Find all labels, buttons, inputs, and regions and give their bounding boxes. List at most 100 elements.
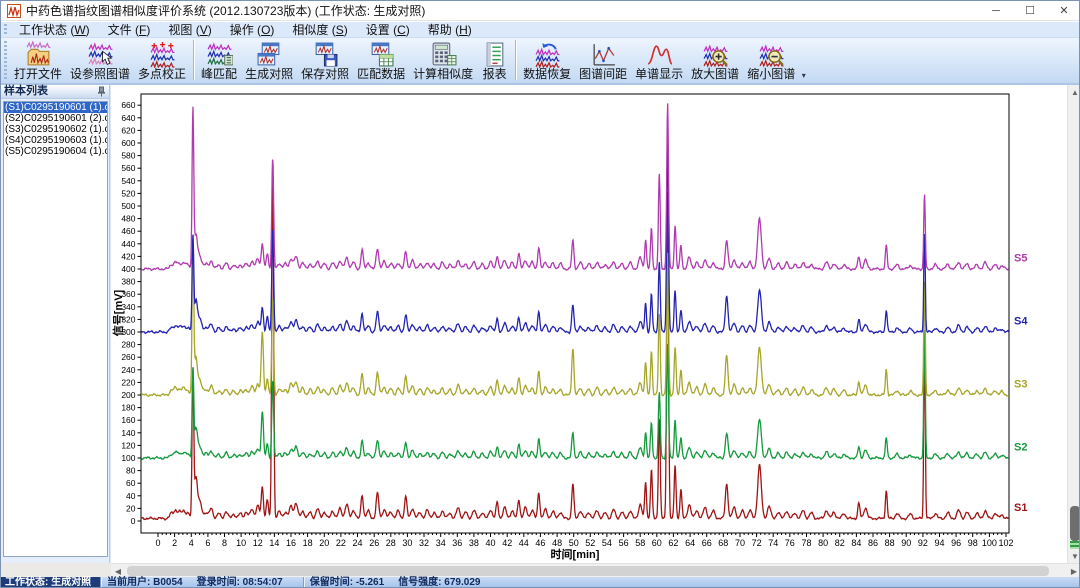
svg-text:640: 640 — [121, 113, 135, 123]
svg-text:10: 10 — [236, 538, 246, 548]
series-label-S3: S3 — [1014, 378, 1027, 390]
status-field: 工作状态: 生成对照 — [5, 577, 91, 588]
svg-text:400: 400 — [121, 264, 135, 274]
svg-text:12: 12 — [253, 538, 263, 548]
toolbar-button-peak-match[interactable]: 峰匹配 — [197, 39, 241, 81]
scroll-down-icon[interactable]: ▼ — [1068, 549, 1080, 563]
toolbar-button-open-file[interactable]: 打开文件 — [10, 39, 66, 81]
spectrum-spacing-icon — [590, 41, 617, 68]
svg-text:20: 20 — [319, 538, 329, 548]
data-restore-icon — [534, 41, 561, 68]
svg-text:100: 100 — [121, 453, 135, 463]
toolbar-button-multi-point-calibration[interactable]: 多点校正 — [134, 39, 190, 81]
svg-text:500: 500 — [121, 201, 135, 211]
toolbar-button-data-restore[interactable]: 数据恢复 — [519, 39, 575, 81]
multi-point-icon — [149, 41, 176, 68]
h-scroll-thumb[interactable] — [127, 566, 1049, 576]
svg-text:520: 520 — [121, 188, 135, 198]
toolbar-button-zoom-in[interactable]: 放大图谱 — [687, 39, 743, 81]
toolbar-button-generate-reference[interactable]: 生成对照 — [241, 39, 297, 81]
menu-item-operate[interactable]: 操作 (O) — [221, 20, 284, 39]
match-data-icon — [368, 41, 395, 68]
svg-text:16: 16 — [286, 538, 296, 548]
menu-item-settings[interactable]: 设置 (C) — [357, 20, 419, 39]
maximize-button[interactable]: ☐ — [1013, 1, 1047, 21]
menu-item-view[interactable]: 视图 (V) — [159, 20, 220, 39]
sample-list-item[interactable]: (S2)C0295190601 (2).cdf — [4, 113, 107, 124]
toolbar-grip — [4, 41, 7, 79]
sample-list: (S1)C0295190601 (1).cdf(S2)C0295190601 (… — [3, 101, 108, 557]
sample-list-item[interactable]: (S1)C0295190601 (1).cdf — [4, 102, 107, 113]
svg-text:80: 80 — [126, 466, 136, 476]
toolbar-button-zoom-out[interactable]: 缩小图谱 — [743, 39, 799, 81]
svg-text:40: 40 — [126, 491, 136, 501]
app-window: 中药色谱指纹图谱相似度评价系统 (2012.130723版本) (工作状态: 生… — [0, 0, 1080, 588]
svg-text:440: 440 — [121, 239, 135, 249]
svg-text:80: 80 — [818, 538, 828, 548]
svg-text:580: 580 — [121, 151, 135, 161]
h-scrollbar[interactable]: ◀ ▶ — [111, 563, 1080, 577]
toolbar-button-label: 计算相似度 — [413, 68, 473, 81]
toolbar-button-save-reference[interactable]: 保存对照 — [297, 39, 353, 81]
toolbar-button-label: 多点校正 — [138, 68, 186, 81]
svg-text:68: 68 — [718, 538, 728, 548]
svg-text:34: 34 — [436, 538, 446, 548]
statusbar: 工作状态: 生成对照当前用户: B0054登录时间: 08:54:07保留时间:… — [1, 577, 1080, 588]
svg-text:18: 18 — [303, 538, 313, 548]
svg-text:20: 20 — [126, 503, 136, 513]
toolbar-button-single-display[interactable]: 单谱显示 — [631, 39, 687, 81]
svg-text:100: 100 — [982, 538, 997, 548]
menu-item-work-status[interactable]: 工作状态 (W) — [10, 20, 99, 39]
main-area: 样本列表 (S1)C0295190601 (1).cdf(S2)C0295190… — [1, 85, 1080, 563]
toolbar-overflow-icon[interactable]: ▾ — [799, 40, 808, 80]
sample-list-item[interactable]: (S5)C0295190604 (1).cdf — [4, 146, 107, 157]
status-segment-0: 工作状态: 生成对照 — [1, 577, 100, 588]
svg-text:220: 220 — [121, 377, 135, 387]
sample-list-item[interactable]: (S3)C0295190602 (1).cdf — [4, 124, 107, 135]
svg-text:14: 14 — [269, 538, 279, 548]
app-icon — [7, 4, 21, 18]
scroll-left-icon[interactable]: ◀ — [111, 564, 125, 578]
toolbar-button-label: 放大图谱 — [691, 68, 739, 81]
toolbar-button-label: 匹配数据 — [357, 68, 405, 81]
menu-item-similarity[interactable]: 相似度 (S) — [283, 20, 356, 39]
svg-text:38: 38 — [469, 538, 479, 548]
calc-similarity-icon — [430, 41, 457, 68]
svg-text:96: 96 — [951, 538, 961, 548]
generate-reference-icon — [256, 41, 283, 68]
svg-text:36: 36 — [452, 538, 462, 548]
toolbar-button-report[interactable]: 报表 — [477, 39, 512, 81]
v-scrollbar[interactable]: ▲ ▼ — [1067, 85, 1080, 563]
menubar: 工作状态 (W)文件 (F)视图 (V)操作 (O)相似度 (S)设置 (C)帮… — [1, 22, 1080, 38]
toolbar-button-spectrum-spacing[interactable]: 图谱间距 — [575, 39, 631, 81]
menu-item-file[interactable]: 文件 (F) — [99, 20, 160, 39]
close-button[interactable]: ✕ — [1047, 1, 1080, 21]
x-tick-labels: 0246810121416182022242628303234363840424… — [155, 538, 1013, 548]
svg-text:70: 70 — [735, 538, 745, 548]
sample-list-item[interactable]: (S4)C0295190603 (1).cdf — [4, 135, 107, 146]
set-reference-icon — [87, 41, 114, 68]
toolbar-button-label: 数据恢复 — [523, 68, 571, 81]
toolbar-button-set-reference[interactable]: 设参照图谱 — [66, 39, 134, 81]
toolbar-button-label: 图谱间距 — [579, 68, 627, 81]
x-axis-label: 时间[min] — [551, 547, 600, 561]
svg-text:48: 48 — [552, 538, 562, 548]
zoom-out-icon — [758, 41, 785, 68]
menu-item-help[interactable]: 帮助 (H) — [419, 20, 481, 39]
toolbar-button-calc-similarity[interactable]: 计算相似度 — [409, 39, 477, 81]
minimize-button[interactable]: ─ — [979, 1, 1013, 21]
toolbar-button-label: 缩小图谱 — [747, 68, 795, 81]
svg-text:22: 22 — [336, 538, 346, 548]
pin-icon[interactable] — [97, 86, 106, 97]
v-scroll-thumb[interactable] — [1070, 506, 1080, 541]
bottom-scroll-row: ◀ ▶ — [1, 563, 1080, 577]
svg-text:0: 0 — [131, 516, 136, 526]
toolbar-button-label: 单谱显示 — [635, 68, 683, 81]
sidebar: 样本列表 (S1)C0295190601 (1).cdf(S2)C0295190… — [1, 85, 110, 563]
status-segment-1: 当前用户: B0054登录时间: 08:54:07 — [101, 577, 303, 588]
scroll-right-icon[interactable]: ▶ — [1067, 564, 1080, 578]
series-label-S4: S4 — [1014, 315, 1028, 327]
toolbar-button-match-data[interactable]: 匹配数据 — [353, 39, 409, 81]
single-display-icon — [646, 41, 673, 68]
scroll-up-icon[interactable]: ▲ — [1068, 85, 1080, 99]
